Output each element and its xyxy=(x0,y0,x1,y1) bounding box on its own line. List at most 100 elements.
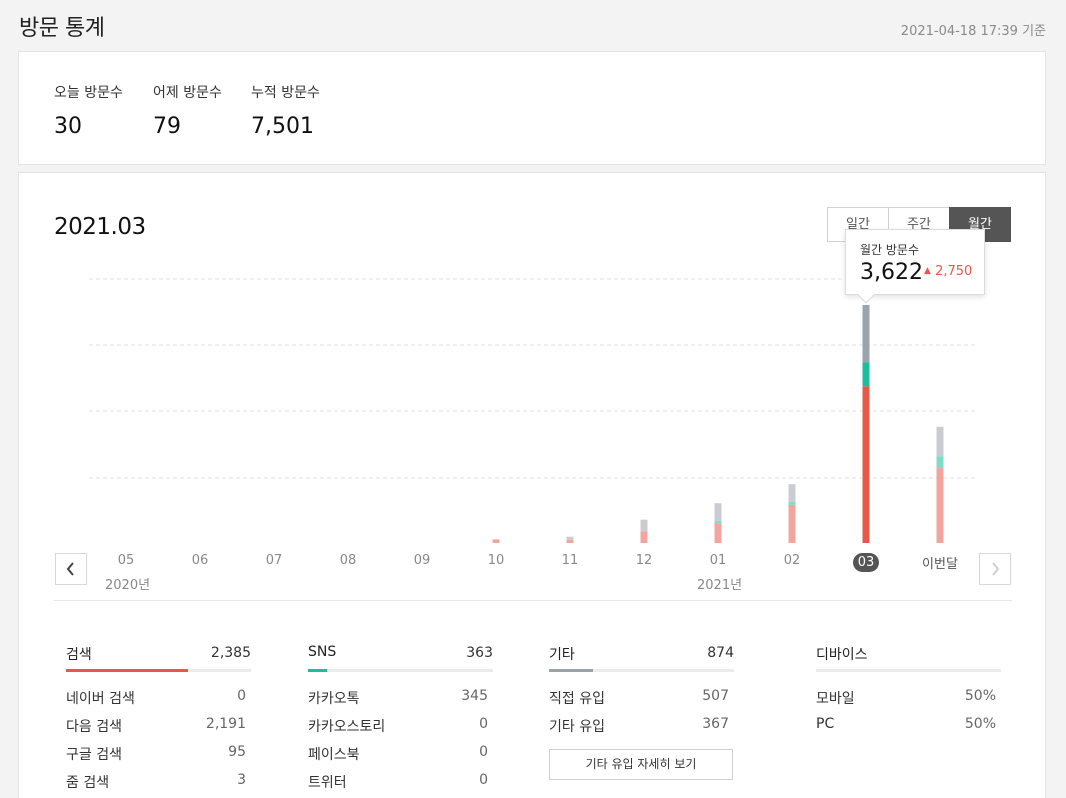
etc-detail-button[interactable]: 기타 유입 자세히 보기 xyxy=(549,749,733,780)
page-title: 방문 통계 xyxy=(19,16,105,41)
bar-segment-sns[interactable] xyxy=(788,501,796,505)
list-item: 줌 검색 3 xyxy=(66,763,251,791)
row-label: 다음 검색 xyxy=(66,719,122,735)
x-tick-label[interactable]: 03 xyxy=(841,553,891,572)
list-item: 기타 유입 367 xyxy=(549,707,734,735)
bar-segment-etc[interactable] xyxy=(714,503,722,521)
stat-value: 7,501 xyxy=(251,114,314,139)
row-value: 0 xyxy=(479,716,488,732)
row-value: 507 xyxy=(702,688,729,704)
row-label: 줌 검색 xyxy=(66,775,110,791)
source-share-bar xyxy=(816,669,1001,672)
x-tick-label[interactable]: 07 xyxy=(249,553,299,568)
stat-today: 오늘 방문수 30 xyxy=(54,82,123,139)
bar-segment-search[interactable] xyxy=(714,523,722,543)
row-value: 95 xyxy=(228,744,246,760)
list-item: 카카오스토리 0 xyxy=(308,707,493,735)
tooltip-delta: ▲ 2,750 xyxy=(924,264,972,279)
source-share-bar xyxy=(549,669,734,672)
timestamp: 2021-04-18 17:39 기준 xyxy=(900,24,1046,39)
stat-value: 79 xyxy=(153,114,181,139)
source-header: SNS 363 xyxy=(308,637,493,665)
x-tick-label[interactable]: 10 xyxy=(471,553,521,568)
source-share-bar xyxy=(308,669,493,672)
chevron-left-icon xyxy=(66,562,74,576)
list-item: 모바일 50% xyxy=(816,679,1001,707)
row-value: 0 xyxy=(479,772,488,788)
list-item: 트위터 0 xyxy=(308,763,493,791)
x-tick-label[interactable]: 08 xyxy=(323,553,373,568)
row-label: 구글 검색 xyxy=(66,747,122,763)
bar-segment-etc[interactable] xyxy=(566,536,574,540)
x-tick-label[interactable]: 06 xyxy=(175,553,225,568)
row-value: 367 xyxy=(702,716,729,732)
source-total: 874 xyxy=(707,645,734,661)
source-share-fill xyxy=(66,669,189,672)
divider xyxy=(54,600,1012,601)
source-total: 2,385 xyxy=(210,645,251,661)
source-header: 디바이스 xyxy=(816,637,1001,665)
tooltip-label: 월간 방문수 xyxy=(860,243,920,257)
row-label: 카카오스토리 xyxy=(308,719,386,735)
next-period-button[interactable] xyxy=(979,553,1011,585)
row-value: 0 xyxy=(237,688,246,704)
x-tick-label[interactable]: 05 xyxy=(101,553,151,568)
year-label-2020: 2020년 xyxy=(105,578,151,593)
source-etc: 기타 874 직접 유입 507 기타 유입 367 기타 유입 자세히 보기 xyxy=(549,637,734,780)
row-label: 네이버 검색 xyxy=(66,691,135,707)
x-tick-label[interactable]: 이번달 xyxy=(915,553,965,572)
bar-segment-sns[interactable] xyxy=(862,362,870,387)
stat-total: 누적 방문수 7,501 xyxy=(251,82,320,139)
source-title: 기타 xyxy=(549,647,575,663)
row-label: 직접 유입 xyxy=(549,691,605,707)
list-item: PC 50% xyxy=(816,707,1001,735)
source-header: 기타 874 xyxy=(549,637,734,665)
x-tick-label[interactable]: 11 xyxy=(545,553,595,568)
row-label: 페이스북 xyxy=(308,747,360,763)
x-tick-label[interactable]: 01 xyxy=(693,553,743,568)
row-label: 트위터 xyxy=(308,775,347,791)
row-value: 50% xyxy=(964,716,996,732)
source-title: SNS xyxy=(308,644,337,660)
source-title: 검색 xyxy=(66,647,92,663)
stat-value: 30 xyxy=(54,114,82,139)
x-tick-label[interactable]: 12 xyxy=(619,553,669,568)
list-item: 페이스북 0 xyxy=(308,735,493,763)
bar-segment-etc[interactable] xyxy=(640,519,648,532)
tooltip-value: 3,622 xyxy=(860,260,923,285)
source-share-fill xyxy=(549,669,594,672)
bar-segment-sns[interactable] xyxy=(936,456,944,469)
list-item: 네이버 검색 0 xyxy=(66,679,251,707)
bar-segment-search[interactable] xyxy=(566,539,574,543)
bar-segment-search[interactable] xyxy=(862,386,870,543)
row-label: PC xyxy=(816,716,835,732)
row-value: 50% xyxy=(964,688,996,704)
source-header: 검색 2,385 xyxy=(66,637,251,665)
source-sns: SNS 363 카카오톡 345 카카오스토리 0 페이스북 0 트위터 0 xyxy=(308,637,493,791)
prev-period-button[interactable] xyxy=(55,553,87,585)
x-tick-label[interactable]: 09 xyxy=(397,553,447,568)
chart-card: 2021.03 일간 주간 월간 월간 방문수 3,622 ▲ 2,750 05… xyxy=(18,172,1046,798)
row-label: 카카오톡 xyxy=(308,691,360,707)
source-device: 디바이스 모바일 50% PC 50% xyxy=(816,637,1001,735)
bar-segment-etc[interactable] xyxy=(936,426,944,457)
summary-card: 오늘 방문수 30 어제 방문수 79 누적 방문수 7,501 xyxy=(18,51,1046,165)
bar-segment-search[interactable] xyxy=(640,531,648,543)
row-label: 기타 유입 xyxy=(549,719,605,735)
list-item: 구글 검색 95 xyxy=(66,735,251,763)
bar-segment-etc[interactable] xyxy=(862,305,870,363)
row-value: 2,191 xyxy=(205,716,246,732)
bar-segment-search[interactable] xyxy=(492,539,500,543)
bar-segment-search[interactable] xyxy=(936,468,944,543)
list-item: 직접 유입 507 xyxy=(549,679,734,707)
bar-segment-etc[interactable] xyxy=(788,484,796,502)
stat-label: 어제 방문수 xyxy=(153,85,222,101)
list-item: 다음 검색 2,191 xyxy=(66,707,251,735)
bar-segment-search[interactable] xyxy=(788,504,796,543)
bar-segment-sns[interactable] xyxy=(714,520,722,524)
stat-label: 누적 방문수 xyxy=(251,85,320,101)
source-search: 검색 2,385 네이버 검색 0 다음 검색 2,191 구글 검색 95 줌 검색… xyxy=(66,637,251,791)
x-tick-label[interactable]: 02 xyxy=(767,553,817,568)
source-share-bar xyxy=(66,669,251,672)
source-share-fill xyxy=(308,669,327,672)
